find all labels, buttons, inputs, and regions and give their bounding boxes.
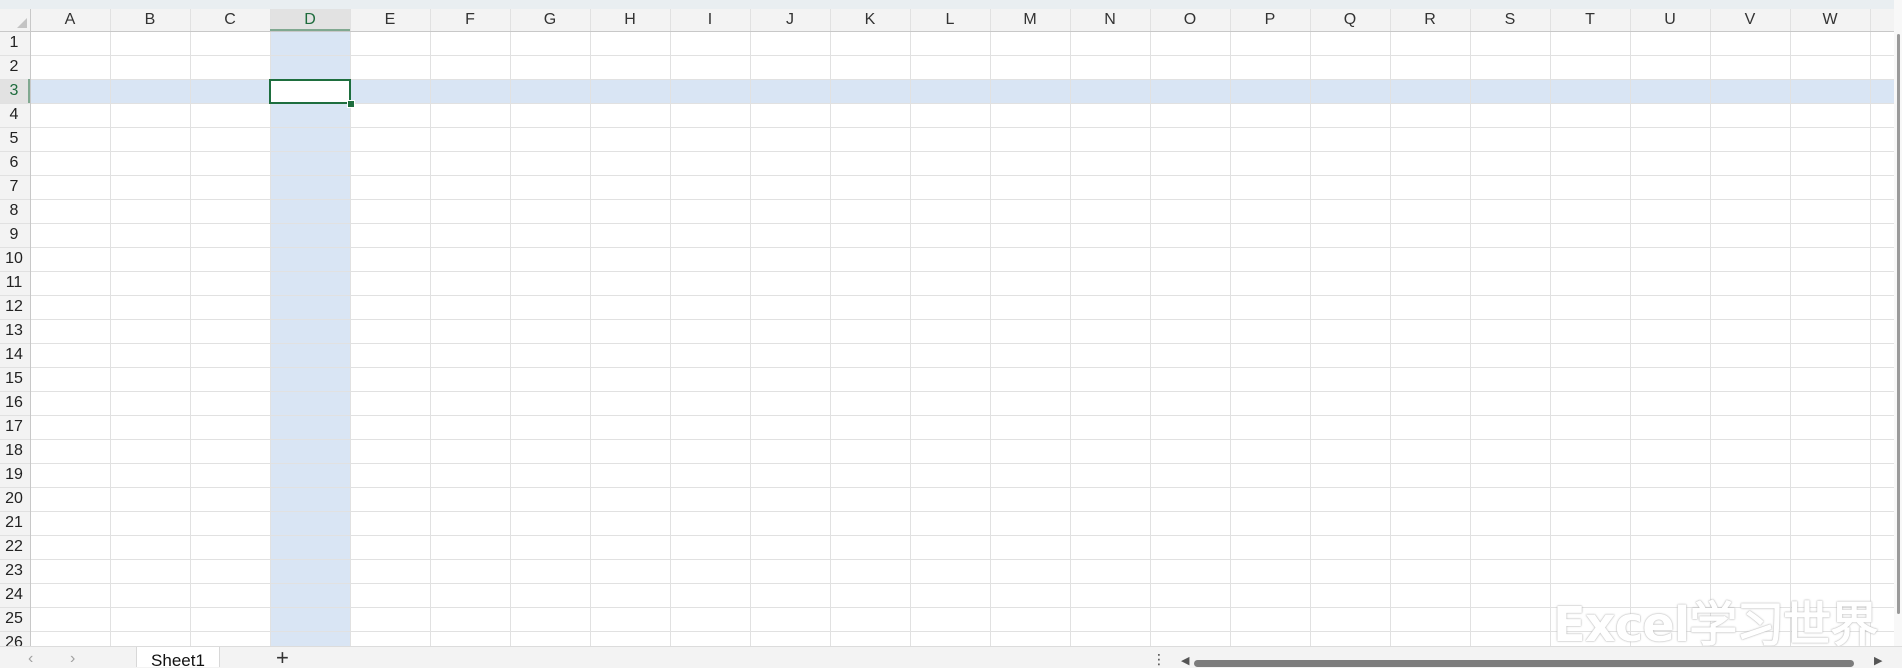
column-header-N[interactable]: N [1070,9,1150,31]
row-header-18[interactable]: 18 [0,439,28,463]
column-header-Q[interactable]: Q [1310,9,1390,31]
row-header-3[interactable]: 3 [0,79,28,103]
row-header-5[interactable]: 5 [0,127,28,151]
row-header-25[interactable]: 25 [0,607,28,631]
row-header-14[interactable]: 14 [0,343,28,367]
column-header-E[interactable]: E [350,9,430,31]
row-header-20[interactable]: 20 [0,487,28,511]
column-header-V[interactable]: V [1710,9,1790,31]
scroll-right-icon[interactable]: ▶ [1874,656,1882,667]
column-header-T[interactable]: T [1550,9,1630,31]
column-header-I[interactable]: I [670,9,750,31]
more-options-icon[interactable]: ⋮ [1152,652,1166,666]
row-header-24[interactable]: 24 [0,583,28,607]
add-sheet-button[interactable]: + [276,647,289,669]
chevron-right-icon[interactable]: › [70,651,75,667]
vertical-scrollbar-thumb[interactable] [1897,34,1900,614]
scroll-left-icon[interactable]: ◀ [1181,656,1189,667]
column-header-W[interactable]: W [1790,9,1870,31]
row-header-11[interactable]: 11 [0,271,28,295]
row-header-23[interactable]: 23 [0,559,28,583]
row-header-16[interactable]: 16 [0,391,28,415]
column-header-U[interactable]: U [1630,9,1710,31]
row-header-10[interactable]: 10 [0,247,28,271]
chevron-left-icon[interactable]: ‹ [28,651,33,667]
column-header-D[interactable]: D [270,9,350,31]
column-header-R[interactable]: R [1390,9,1470,31]
selected-column-highlight [270,31,350,646]
row-header-2[interactable]: 2 [0,55,28,79]
column-header-M[interactable]: M [990,9,1070,31]
column-header-S[interactable]: S [1470,9,1550,31]
watermark-logo: Excel学习世界 [1553,597,1878,653]
column-header-K[interactable]: K [830,9,910,31]
column-header-H[interactable]: H [590,9,670,31]
column-header-G[interactable]: G [510,9,590,31]
fill-handle[interactable] [347,100,355,108]
column-header-A[interactable]: A [30,9,110,31]
column-header-L[interactable]: L [910,9,990,31]
column-header-C[interactable]: C [190,9,270,31]
row-header-17[interactable]: 17 [0,415,28,439]
row-header-21[interactable]: 21 [0,511,28,535]
column-header-O[interactable]: O [1150,9,1230,31]
row-header-15[interactable]: 15 [0,367,28,391]
row-header-8[interactable]: 8 [0,199,28,223]
row-header-4[interactable]: 4 [0,103,28,127]
sheet-tab-label: Sheet1 [151,651,205,670]
row-header-22[interactable]: 22 [0,535,28,559]
row-header-12[interactable]: 12 [0,295,28,319]
row-header-19[interactable]: 19 [0,463,28,487]
row-header-1[interactable]: 1 [0,31,28,55]
column-header-F[interactable]: F [430,9,510,31]
row-header-13[interactable]: 13 [0,319,28,343]
active-cell-D3[interactable] [269,79,351,104]
sheet-tab-sheet1[interactable]: Sheet1 [136,647,220,670]
row-header-6[interactable]: 6 [0,151,28,175]
row-header-9[interactable]: 9 [0,223,28,247]
column-header-B[interactable]: B [110,9,190,31]
row-header-7[interactable]: 7 [0,175,28,199]
column-header-J[interactable]: J [750,9,830,31]
horizontal-scrollbar-thumb[interactable] [1194,660,1854,667]
column-header-P[interactable]: P [1230,9,1310,31]
